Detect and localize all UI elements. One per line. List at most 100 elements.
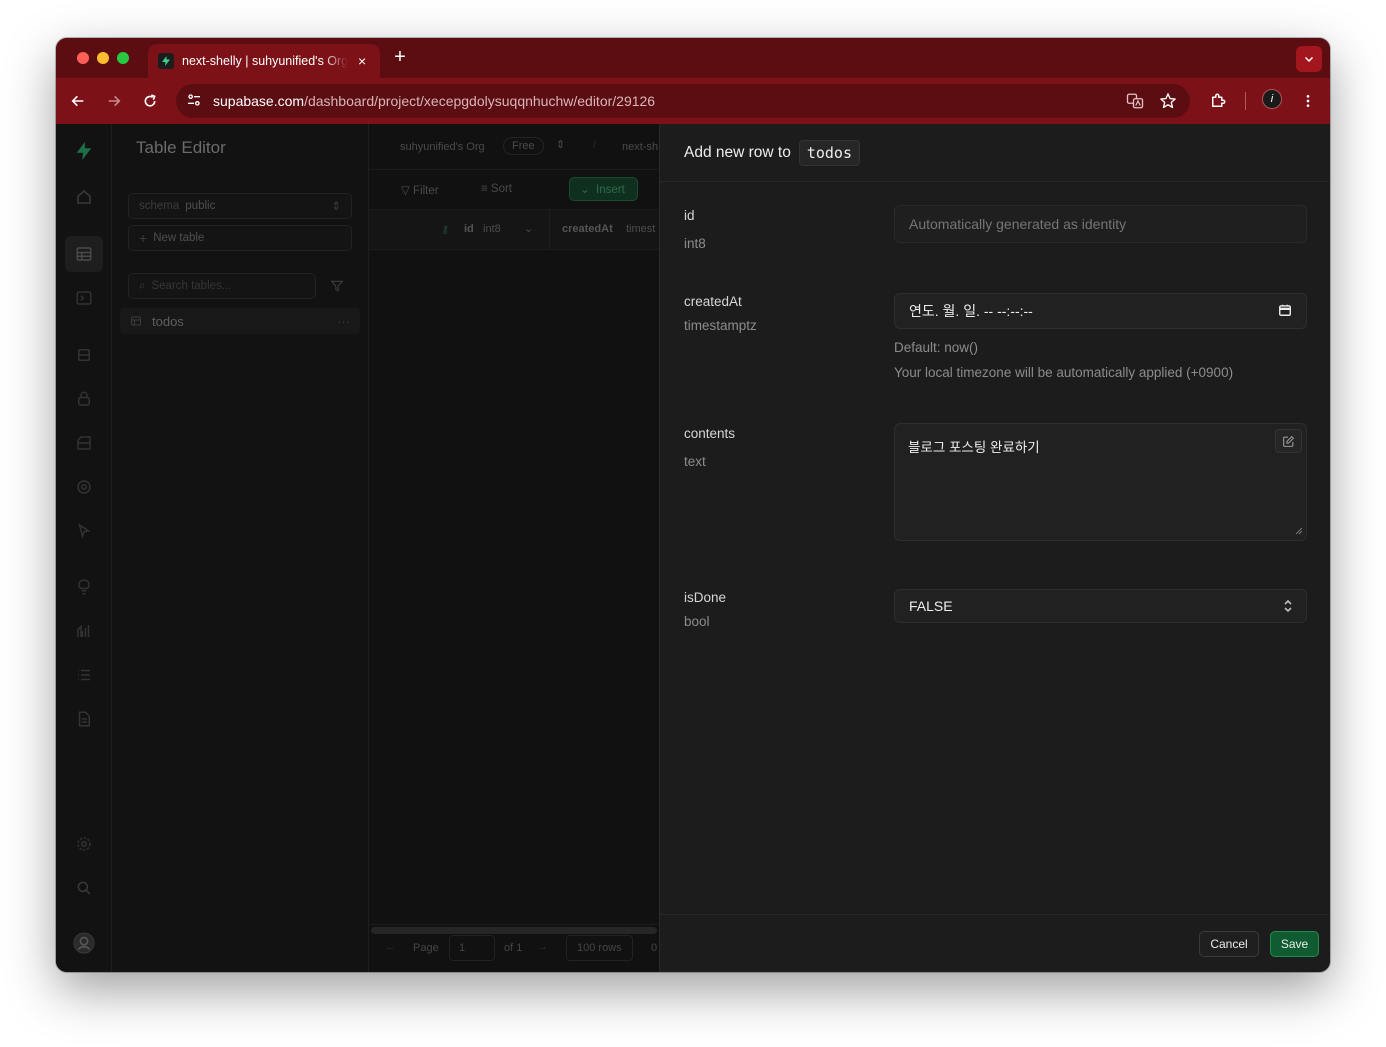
contents-textarea[interactable]: 블로그 포스팅 완료하기	[894, 423, 1307, 541]
table-editor-sidebar: Table Editor schema public ⇕ + New table…	[112, 124, 369, 972]
search-icon: ⌕	[139, 279, 146, 292]
cancel-button[interactable]: Cancel	[1199, 931, 1259, 957]
tab-search-button[interactable]	[1296, 46, 1322, 72]
expand-editor-button[interactable]	[1275, 429, 1302, 453]
page-count: of 1	[504, 942, 523, 954]
prev-page-icon[interactable]: ←	[385, 941, 396, 953]
back-button[interactable]	[67, 90, 89, 112]
forward-button[interactable]	[103, 90, 125, 112]
insert-button[interactable]: ⌄ Insert	[569, 177, 638, 201]
reload-button[interactable]	[139, 90, 161, 112]
tab-close-icon[interactable]: ×	[354, 53, 370, 69]
bookmark-star-icon[interactable]	[1159, 92, 1177, 115]
createdat-datetime-input[interactable]: 연도. 월. 일. -- --:--:--	[894, 293, 1307, 329]
toolbar-divider	[1245, 92, 1246, 110]
sql-editor-icon[interactable]	[73, 287, 95, 309]
url-path: /dashboard/project/xecepgdolysuqqnhuchw/…	[304, 93, 656, 109]
search-icon[interactable]	[73, 877, 95, 899]
arrow-left-icon	[71, 95, 84, 107]
tab-title: next-shelly | suhyunified's Org	[182, 54, 349, 68]
arrow-right-icon	[108, 95, 121, 107]
grid-toolbar: ▽ Filter ≡ Sort ⌄ Insert	[369, 170, 659, 210]
edge-functions-icon[interactable]	[73, 476, 95, 498]
search-tables-placeholder: Search tables...	[151, 280, 232, 292]
nav-rail	[56, 124, 112, 972]
new-table-button[interactable]: + New table	[128, 225, 352, 251]
project-header: suhyunified's Org Free ⇕ / next-sh	[369, 124, 659, 170]
page-label: Page	[413, 942, 439, 954]
sidebar-title: Table Editor	[136, 138, 226, 157]
search-tables-input[interactable]: ⌕ Search tables...	[128, 273, 316, 299]
plus-icon: +	[139, 230, 148, 246]
calendar-icon[interactable]	[1278, 303, 1292, 320]
browser-menu-button[interactable]	[1297, 90, 1319, 112]
column-createdat-name[interactable]: createdAt	[562, 223, 613, 235]
table-editor-icon[interactable]	[73, 243, 95, 265]
filter-funnel-icon[interactable]	[322, 273, 352, 299]
field-isdone-name: isDone	[684, 590, 727, 605]
column-id-name[interactable]: id	[464, 223, 474, 235]
sort-button[interactable]: ≡ Sort	[481, 183, 512, 195]
realtime-cursor-icon[interactable]	[73, 520, 95, 542]
schema-selector[interactable]: schema public ⇕	[128, 193, 352, 219]
docs-icon[interactable]	[73, 708, 95, 730]
table-icon	[131, 316, 141, 326]
minimize-window-button[interactable]	[97, 52, 109, 64]
profile-avatar[interactable]: i	[1262, 89, 1282, 109]
field-createdat-type: timestamptz	[684, 318, 757, 333]
field-contents-name: contents	[684, 426, 736, 441]
chevron-updown-icon: ⇕	[331, 201, 341, 213]
supabase-logo-icon[interactable]	[73, 140, 95, 162]
next-page-icon[interactable]: →	[537, 941, 548, 953]
translate-icon[interactable]	[1126, 92, 1144, 115]
org-name[interactable]: suhyunified's Org	[400, 141, 485, 153]
extensions-button[interactable]	[1207, 90, 1229, 112]
createdat-value: 연도. 월. 일. -- --:--:--	[909, 303, 1033, 319]
chevron-down-icon	[1304, 56, 1314, 63]
zoom-window-button[interactable]	[117, 52, 129, 64]
panel-header: Add new row to todos	[660, 124, 1330, 182]
pagination-footer: ← Page 1 of 1 → 100 rows 0	[369, 924, 659, 972]
table-grid-area: suhyunified's Org Free ⇕ / next-sh ▽ Fil…	[369, 124, 659, 972]
chevron-updown-icon[interactable]: ⇕	[556, 138, 565, 151]
close-window-button[interactable]	[77, 52, 89, 64]
chevron-updown-icon	[1282, 598, 1294, 617]
url-text: supabase.com/dashboard/project/xecepgdol…	[213, 93, 655, 109]
chevron-down-icon[interactable]: ⌄	[524, 222, 533, 235]
url-host: supabase.com	[213, 93, 305, 109]
reports-icon[interactable]	[73, 620, 95, 642]
filter-button[interactable]: ▽ Filter	[401, 183, 439, 197]
isdone-value: FALSE	[909, 598, 953, 614]
resize-handle-icon[interactable]	[1295, 522, 1303, 538]
field-id-type: int8	[684, 236, 706, 251]
schema-value: public	[185, 200, 216, 212]
sidebar-item-todos[interactable]: todos ···	[120, 308, 360, 334]
project-name[interactable]: next-sh	[622, 141, 658, 153]
edit-icon	[1283, 435, 1295, 447]
add-row-panel: Add new row to todos id int8 createdAt t…	[659, 124, 1330, 972]
advisors-bulb-icon[interactable]	[73, 576, 95, 598]
settings-gear-icon[interactable]	[73, 833, 95, 855]
logs-icon[interactable]	[73, 664, 95, 686]
column-id-type: int8	[483, 223, 501, 235]
createdat-timezone-hint: Your local timezone will be automaticall…	[894, 365, 1234, 380]
site-settings-icon[interactable]	[186, 92, 202, 113]
field-id-name: id	[684, 208, 695, 223]
page-input[interactable]: 1	[449, 935, 495, 961]
auth-lock-icon[interactable]	[73, 388, 95, 410]
save-button[interactable]: Save	[1270, 931, 1319, 957]
new-tab-button[interactable]: +	[390, 46, 410, 69]
isdone-select[interactable]: FALSE	[894, 589, 1307, 623]
breadcrumb-separator: /	[593, 139, 597, 151]
more-options-icon[interactable]: ···	[337, 314, 350, 329]
user-avatar-icon[interactable]	[73, 932, 95, 954]
rows-per-page-select[interactable]: 100 rows	[566, 935, 633, 961]
column-divider	[549, 210, 550, 250]
browser-tab[interactable]: next-shelly | suhyunified's Org ×	[148, 44, 380, 78]
database-icon[interactable]	[73, 344, 95, 366]
address-bar[interactable]: supabase.com/dashboard/project/xecepgdol…	[176, 84, 1190, 118]
home-icon[interactable]	[73, 186, 95, 208]
supabase-favicon-icon	[158, 53, 174, 69]
field-createdat-name: createdAt	[684, 294, 742, 309]
storage-icon[interactable]	[73, 432, 95, 454]
